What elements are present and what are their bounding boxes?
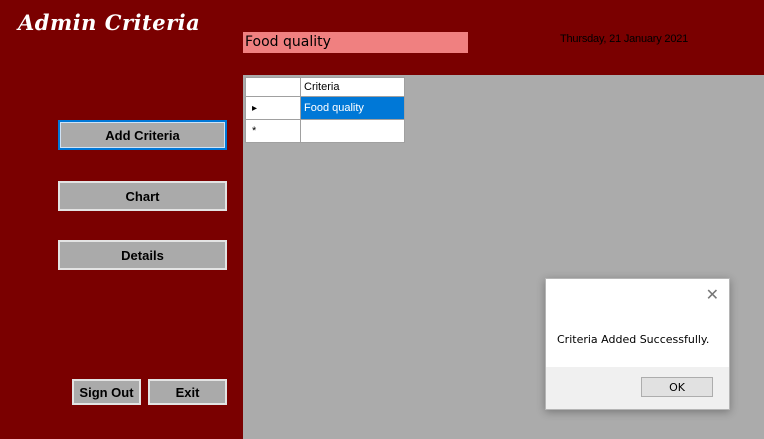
message-dialog: ✕ Criteria Added Successfully. OK (545, 278, 730, 410)
date-label: Thursday, 21 January 2021 (560, 33, 689, 45)
grid-corner (245, 77, 301, 97)
chart-button[interactable]: Chart (58, 181, 227, 211)
details-button[interactable]: Details (58, 240, 227, 270)
dialog-footer: OK (546, 367, 729, 409)
page-title: Admin Criteria (18, 10, 201, 35)
table-row[interactable]: * (245, 119, 405, 143)
table-row[interactable]: ▸ Food quality (245, 96, 405, 120)
grid-column-header[interactable]: Criteria (300, 77, 405, 97)
exit-button[interactable]: Exit (148, 379, 227, 405)
criteria-input[interactable]: Food quality (243, 32, 468, 53)
add-criteria-button[interactable]: Add Criteria (58, 120, 227, 150)
grid-cell[interactable]: Food quality (300, 96, 405, 120)
sign-out-button[interactable]: Sign Out (72, 379, 141, 405)
new-row-icon[interactable]: * (245, 119, 301, 143)
dialog-message: Criteria Added Successfully. (557, 333, 710, 346)
grid-cell[interactable] (300, 119, 405, 143)
close-icon[interactable]: ✕ (706, 285, 719, 305)
criteria-grid[interactable]: Criteria ▸ Food quality * (245, 77, 405, 143)
ok-button[interactable]: OK (641, 377, 713, 397)
current-row-icon[interactable]: ▸ (245, 96, 301, 120)
